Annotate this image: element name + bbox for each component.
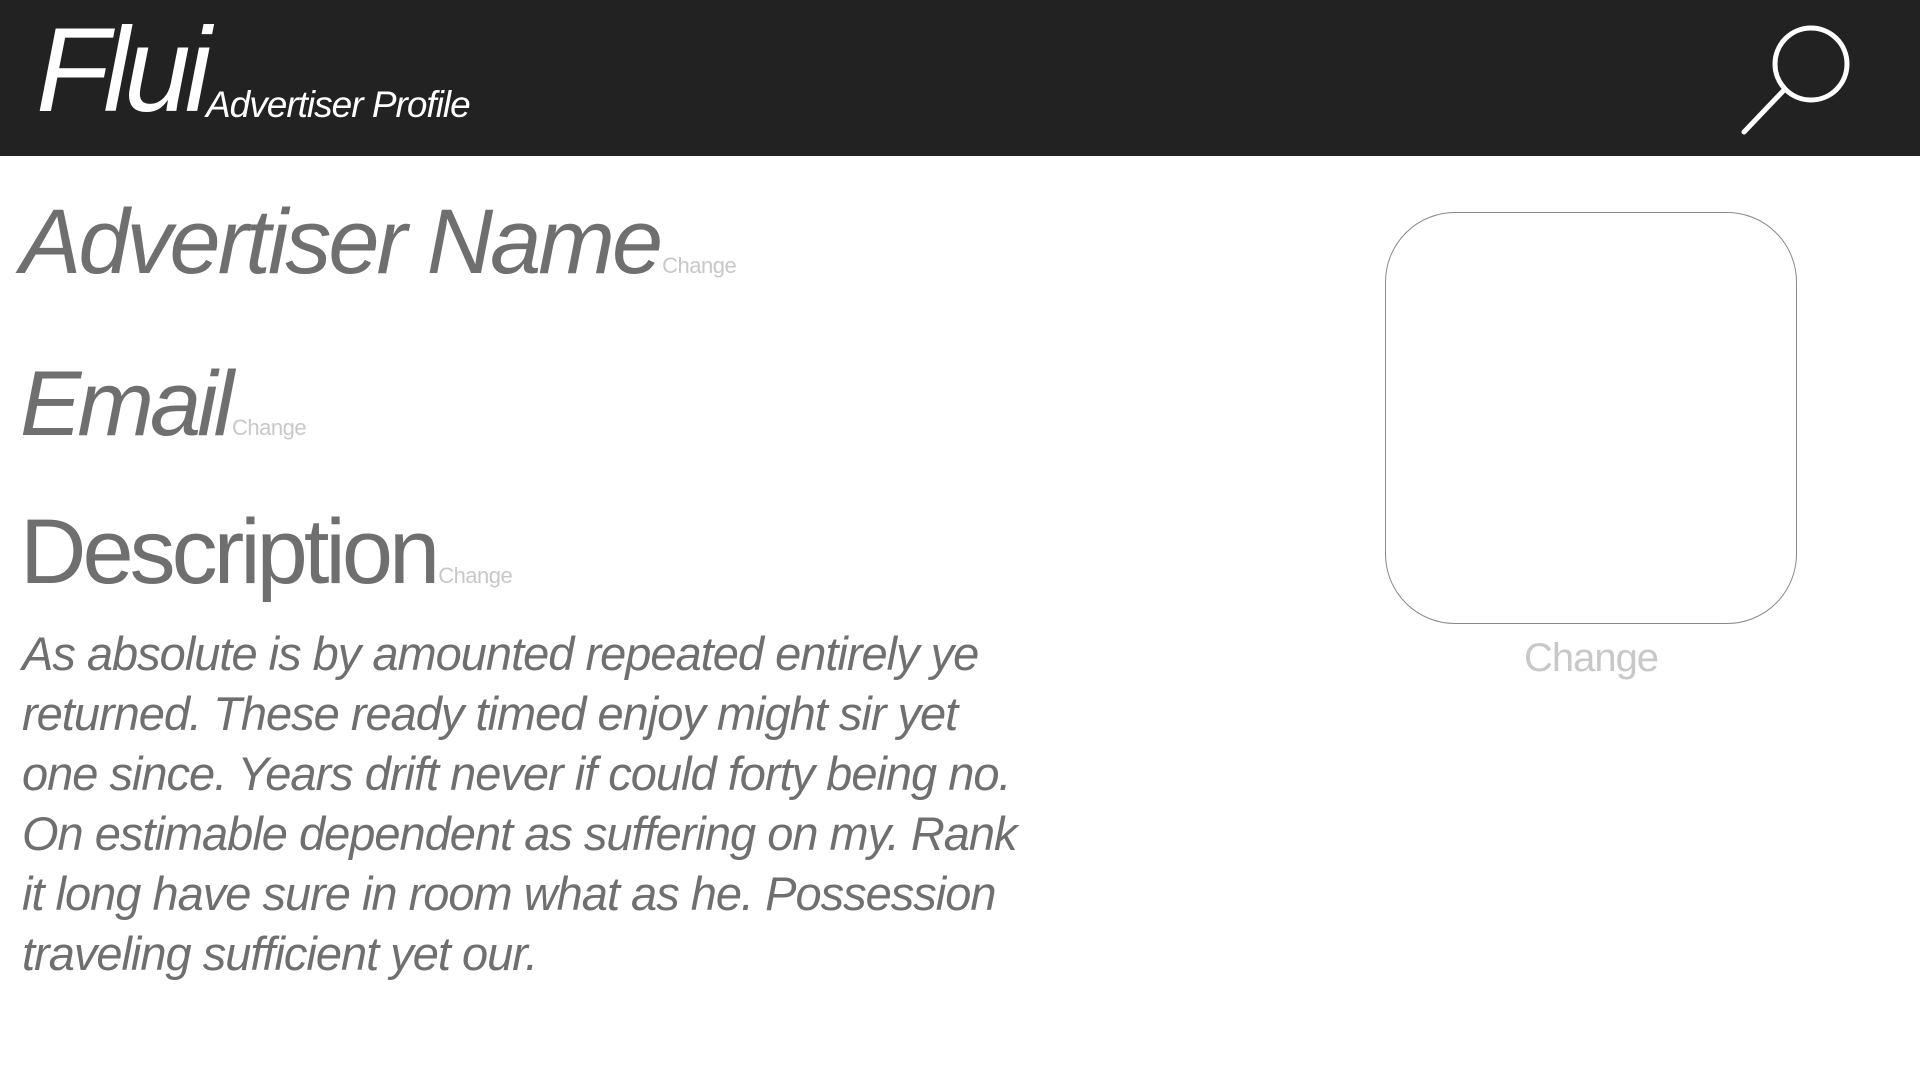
description-text: As absolute is by amounted repeated enti… (22, 627, 1018, 980)
advertiser-name-field: Advertiser NameChange (20, 196, 737, 288)
page-title: Advertiser Profile (206, 84, 471, 125)
email-label: Email (20, 353, 234, 455)
change-avatar-link[interactable]: Change (1385, 636, 1797, 681)
change-email-link[interactable]: Change (232, 415, 307, 440)
description-field: DescriptionChange (20, 506, 513, 598)
search-button[interactable] (1738, 22, 1858, 142)
avatar-placeholder[interactable] (1385, 212, 1797, 624)
change-description-link[interactable]: Change (438, 563, 513, 588)
description-label: Description (20, 501, 440, 603)
search-icon (1741, 25, 1850, 135)
top-bar: Flui Advertiser Profile (0, 0, 1920, 156)
change-name-link[interactable]: Change (662, 253, 737, 278)
app-logo: Flui (36, 3, 211, 137)
advertiser-name-label: Advertiser Name (20, 191, 663, 293)
email-field: EmailChange (20, 358, 307, 450)
